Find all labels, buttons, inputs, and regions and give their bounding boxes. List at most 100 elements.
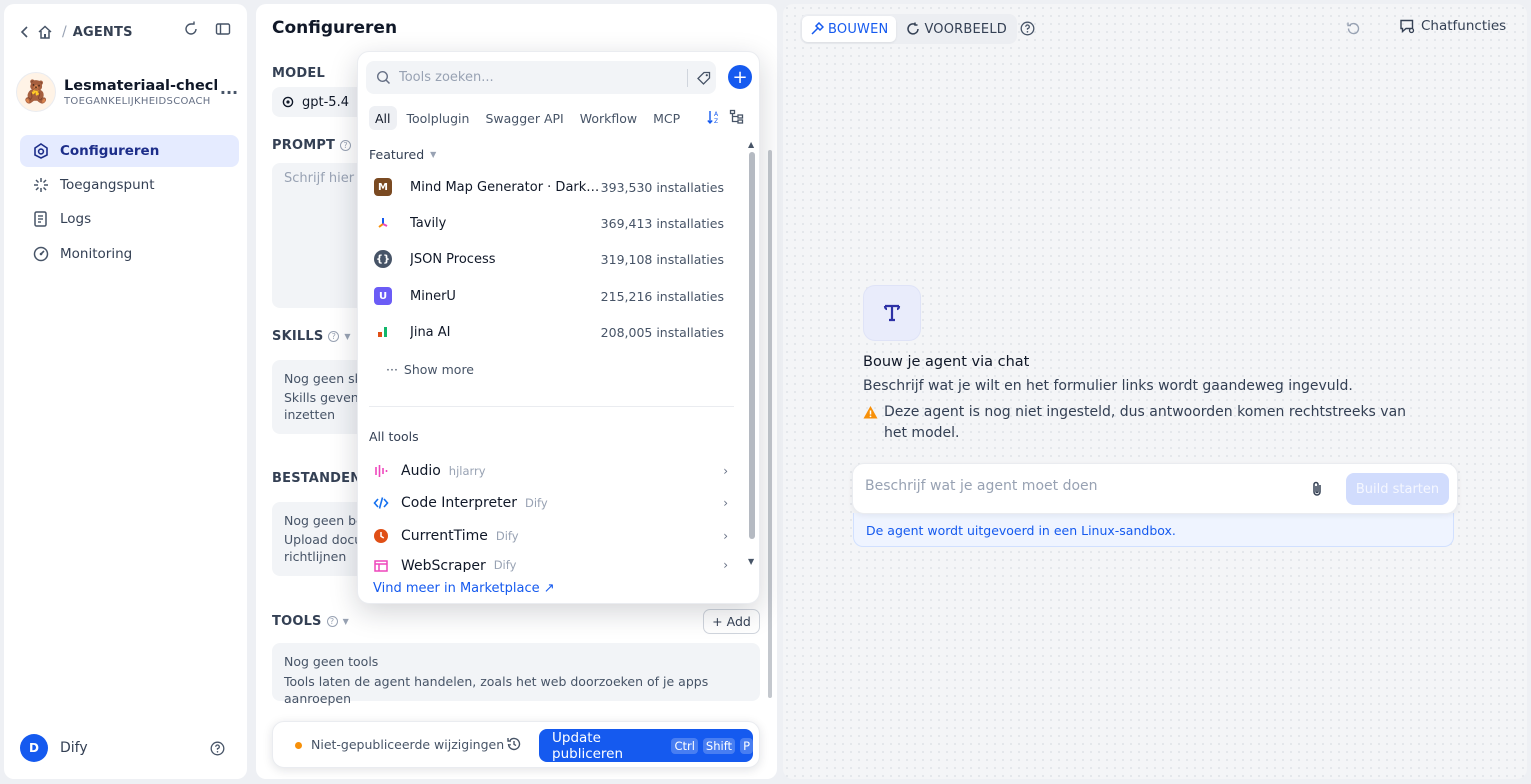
warning-text: Deze agent is nog niet ingesteld, dus an… xyxy=(884,404,1407,441)
caret-down-icon[interactable]: ▼ xyxy=(344,332,350,341)
chat-features-label: Chatfuncties xyxy=(1421,18,1507,34)
tool-name: WebScraper xyxy=(401,558,486,572)
featured-item[interactable]: Tavily 369,413 installaties xyxy=(374,205,724,241)
teddy-bear-icon: 🧸 xyxy=(16,72,56,112)
tab-workflow[interactable]: Workflow xyxy=(574,106,643,130)
paperclip-icon[interactable] xyxy=(1308,480,1326,498)
featured-name: Jina AI xyxy=(410,324,451,340)
publish-bar: Niet-gepubliceerde wijzigingen · Update … xyxy=(272,721,760,768)
add-tool-circle-button[interactable]: + xyxy=(728,65,752,89)
featured-item[interactable]: U MinerU 215,216 installaties xyxy=(374,278,724,314)
info-icon[interactable]: ? xyxy=(340,140,352,151)
jina-ai-icon xyxy=(374,323,392,341)
tag-icon[interactable] xyxy=(696,70,712,86)
tab-toolplugin[interactable]: Toolplugin xyxy=(401,106,476,130)
collapse-sidebar-icon[interactable] xyxy=(212,18,234,40)
tools-section-label: TOOLS ? ▼ xyxy=(272,614,349,629)
nav-label: Toegangspunt xyxy=(60,177,155,193)
model-value: gpt-5.4 xyxy=(302,94,349,110)
divider xyxy=(369,406,734,407)
app-header: 🧸 Lesmateriaal-check TOEGANKELIJKHEIDSCO… xyxy=(16,70,241,114)
marketplace-link[interactable]: Vind meer in Marketplace ↗ xyxy=(373,581,555,596)
chevron-right-icon: › xyxy=(723,558,728,572)
tree-view-icon[interactable] xyxy=(729,109,744,124)
nav-label: Configureren xyxy=(60,143,160,159)
user-account[interactable]: D Dify xyxy=(20,734,88,762)
page-title: Configureren xyxy=(272,18,398,38)
config-scrollbar[interactable] xyxy=(768,150,772,698)
tab-build[interactable]: BOUWEN xyxy=(802,16,897,42)
featured-item[interactable]: {} JSON Process 319,108 installaties xyxy=(374,241,724,277)
sort-icon[interactable]: AZ xyxy=(707,109,721,125)
skills-label: SKILLS xyxy=(272,329,324,344)
openai-icon xyxy=(282,96,294,108)
popover-scrollbar[interactable] xyxy=(749,152,755,539)
nav-access-point[interactable]: Toegangspunt xyxy=(20,169,239,201)
nav-monitoring[interactable]: Monitoring xyxy=(20,238,239,270)
nav-logs[interactable]: Logs xyxy=(20,203,239,235)
home-icon[interactable] xyxy=(34,21,56,43)
agent-description-input[interactable] xyxy=(865,478,1285,494)
show-more-link[interactable]: ··· Show more xyxy=(386,362,474,377)
help-icon[interactable] xyxy=(1020,21,1035,36)
scroll-up-icon[interactable]: ▲ xyxy=(748,140,754,149)
tab-all[interactable]: All xyxy=(369,106,397,130)
tab-mcp[interactable]: MCP xyxy=(647,106,686,130)
mineru-icon: U xyxy=(374,287,392,305)
reset-icon[interactable] xyxy=(1346,21,1361,36)
featured-item[interactable]: M Mind Map Generator · Dark A... 393,530… xyxy=(374,169,724,205)
chevron-left-icon[interactable] xyxy=(14,21,36,43)
featured-name: MinerU xyxy=(410,288,456,304)
build-start-button[interactable]: Build starten xyxy=(1346,473,1449,505)
tab-preview[interactable]: VOORBEELD xyxy=(898,16,1015,42)
access-point-icon xyxy=(34,178,48,192)
featured-heading[interactable]: Featured ▼ xyxy=(369,147,436,162)
nav-label: Monitoring xyxy=(60,246,133,262)
scroll-down-icon[interactable]: ▼ xyxy=(748,557,754,566)
skills-section-label: SKILLS ? ▼ xyxy=(272,329,351,344)
all-tools-heading: All tools xyxy=(369,429,419,444)
tool-item[interactable]: Code Interpreter Dify › xyxy=(373,487,728,519)
tool-item[interactable]: WebScraper Dify › xyxy=(373,552,728,572)
info-icon[interactable]: ? xyxy=(326,616,338,627)
breadcrumb-label[interactable]: AGENTS xyxy=(73,25,133,40)
tool-item[interactable]: CurrentTime Dify › xyxy=(373,520,728,552)
tab-preview-label: VOORBEELD xyxy=(924,21,1007,37)
chat-features-button[interactable]: Chatfuncties xyxy=(1399,18,1506,34)
tools-empty-title: Nog geen tools xyxy=(284,654,379,669)
more-options-icon[interactable]: ··· xyxy=(217,83,241,102)
nav-configure[interactable]: Configureren xyxy=(20,135,239,167)
chevron-right-icon: › xyxy=(723,496,728,510)
add-tool-button[interactable]: + Add xyxy=(703,609,760,634)
publish-button[interactable]: Update publiceren Ctrl Shift P xyxy=(539,729,753,762)
help-icon[interactable] xyxy=(210,741,225,756)
code-icon xyxy=(373,495,389,511)
featured-name: Tavily xyxy=(410,215,447,231)
unpublished-status: Niet-gepubliceerde wijzigingen · xyxy=(311,737,513,752)
app-subtitle: TOEGANKELIJKHEIDSCOACH xyxy=(64,95,211,107)
history-icon[interactable] xyxy=(506,736,522,752)
tool-name: CurrentTime xyxy=(401,528,488,544)
gauge-icon xyxy=(33,246,49,262)
prompt-label: PROMPT xyxy=(272,138,336,153)
info-icon[interactable]: ? xyxy=(328,331,340,342)
search-input[interactable] xyxy=(399,70,679,85)
featured-count: 208,005 installaties xyxy=(600,324,724,340)
svg-text:A: A xyxy=(714,111,719,118)
featured-label: Featured xyxy=(369,147,425,162)
clock-icon xyxy=(373,528,389,544)
featured-item[interactable]: Jina AI 208,005 installaties xyxy=(374,314,724,350)
plus-icon: + xyxy=(712,614,723,629)
tools-empty-state: Nog geen tools Tools laten de agent hand… xyxy=(272,643,760,706)
sync-icon[interactable] xyxy=(180,18,202,40)
tool-author: hjlarry xyxy=(448,464,486,478)
tool-search xyxy=(366,61,716,94)
sidebar: / AGENTS 🧸 Lesmateriaal-check TOEGANKELI… xyxy=(4,4,247,779)
caret-down-icon[interactable]: ▼ xyxy=(343,617,349,626)
ellipsis-icon: ··· xyxy=(386,362,398,377)
tool-name: Code Interpreter xyxy=(401,495,517,511)
unpublished-dot xyxy=(295,742,302,749)
tool-item[interactable]: Audio hjlarry › xyxy=(373,455,728,487)
featured-name: Mind Map Generator · Dark A... xyxy=(410,179,600,195)
tab-swagger-api[interactable]: Swagger API xyxy=(479,106,569,130)
